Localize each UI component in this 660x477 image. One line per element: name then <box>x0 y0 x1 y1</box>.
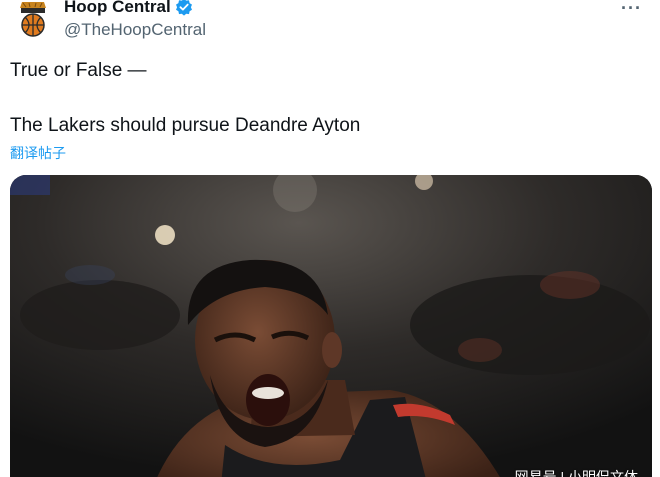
more-horizontal-icon[interactable]: ··· <box>621 0 642 19</box>
tweet-text-line-1: True or False — <box>10 60 147 81</box>
basketball-logo-icon <box>20 2 46 37</box>
translate-post-link[interactable]: 翻译帖子 <box>10 143 66 163</box>
player-photo-image <box>10 175 652 477</box>
verified-badge-icon <box>175 0 193 16</box>
author-avatar[interactable] <box>14 0 52 38</box>
media-watermark: 网易号 | 小明侃文体 <box>514 469 638 477</box>
tweet: Hoop Central @TheHoopCentral ··· True or… <box>0 0 660 477</box>
tweet-media-photo[interactable]: 网易号 | 小明侃文体 <box>10 175 652 477</box>
author-display-name[interactable]: Hoop Central <box>64 0 171 17</box>
author-handle[interactable]: @TheHoopCentral <box>64 20 206 40</box>
author-name-row[interactable]: Hoop Central <box>64 0 193 17</box>
tweet-text-line-2: The Lakers should pursue Deandre Ayton <box>10 115 361 136</box>
